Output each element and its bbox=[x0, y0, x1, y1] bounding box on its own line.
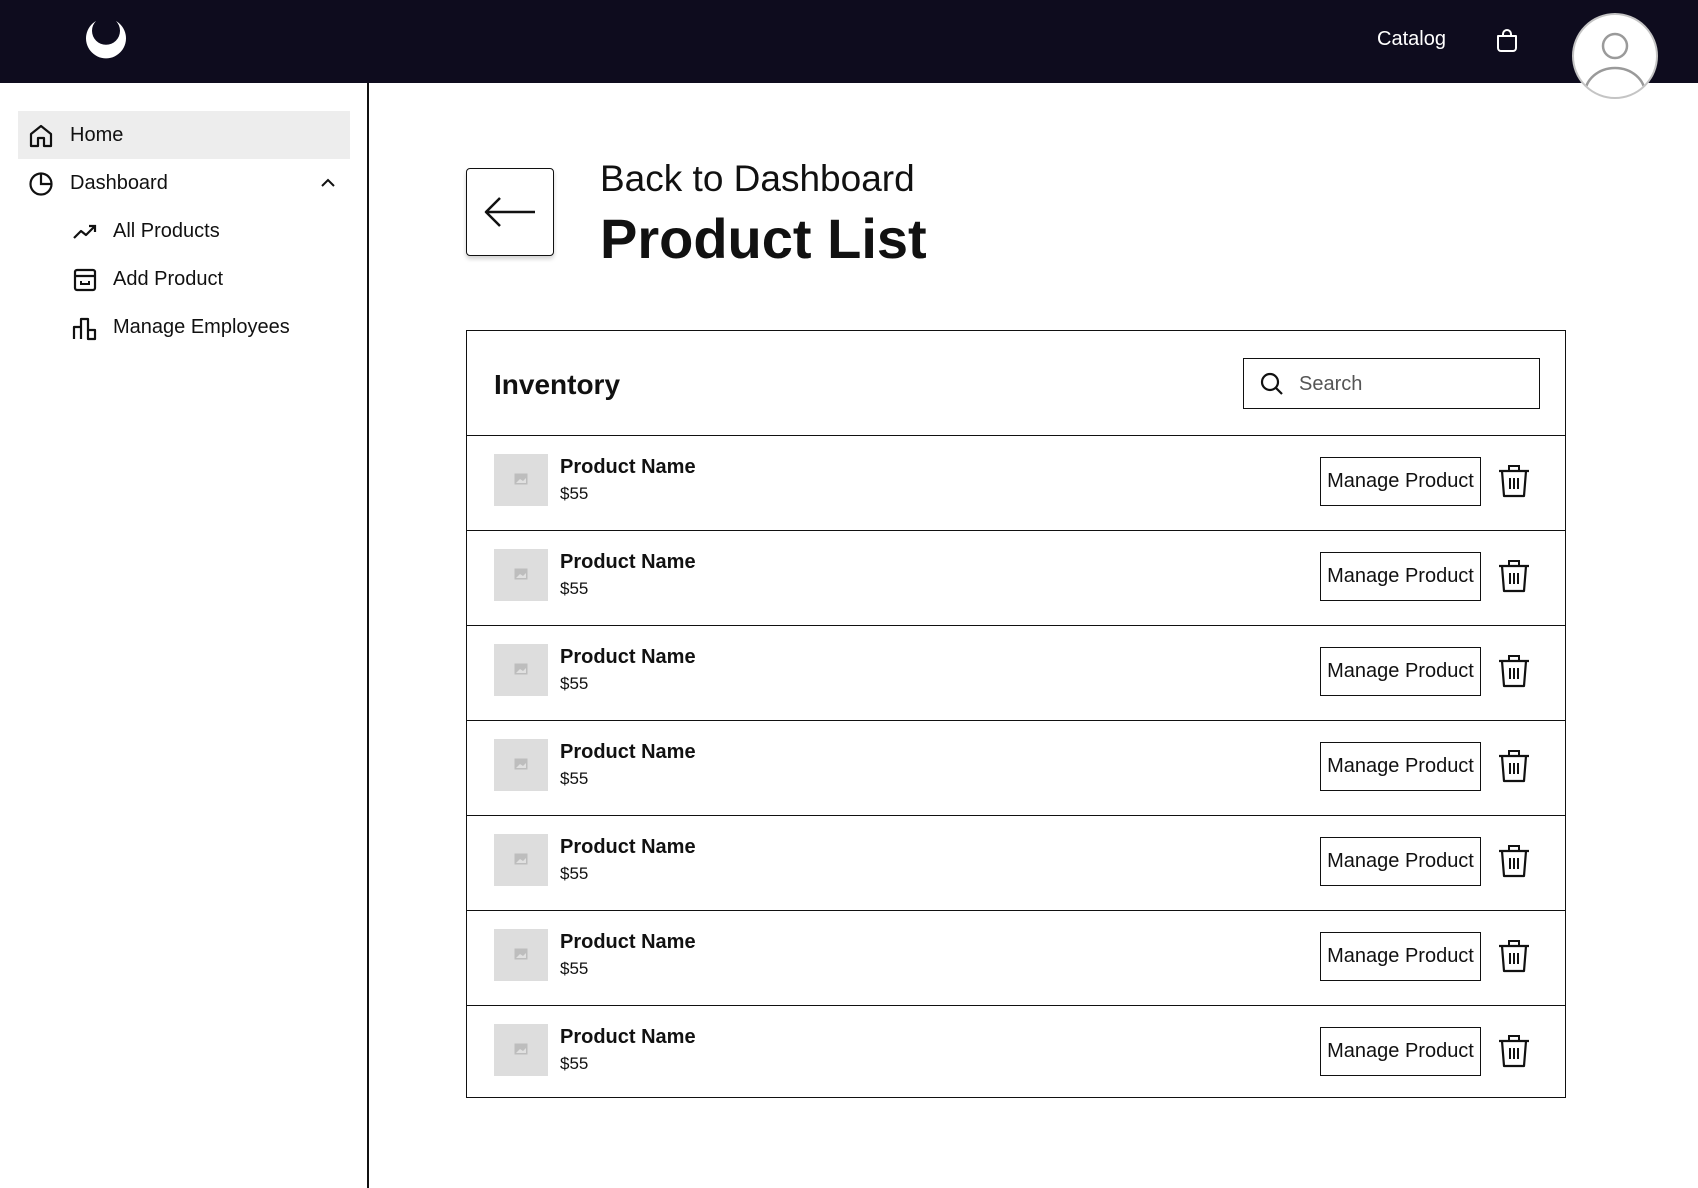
product-price: $55 bbox=[560, 864, 589, 883]
inventory-panel: Inventory Product Name$55Manage ProductP… bbox=[466, 330, 1566, 1098]
product-price: $55 bbox=[560, 674, 589, 693]
image-icon bbox=[514, 473, 528, 485]
search-icon bbox=[1260, 372, 1283, 395]
bar-chart-icon bbox=[72, 317, 97, 341]
search-box[interactable] bbox=[1243, 358, 1540, 409]
product-image-placeholder bbox=[494, 929, 548, 981]
table-row: Product Name $55 Manage Product bbox=[467, 531, 1565, 626]
manage-product-button[interactable]: Manage Product bbox=[1320, 647, 1481, 696]
sidebar-subitem-label: Add Product bbox=[113, 268, 224, 290]
back-button[interactable] bbox=[466, 168, 554, 256]
inventory-header: Inventory bbox=[467, 331, 1565, 436]
product-price: $55 bbox=[560, 1054, 589, 1073]
product-image-placeholder bbox=[494, 454, 548, 506]
product-price: $55 bbox=[560, 769, 589, 788]
product-image-placeholder bbox=[494, 834, 548, 886]
sidebar-subitem-all-products[interactable]: All Products bbox=[70, 211, 350, 251]
table-row: Product Name $55 Manage Product bbox=[467, 816, 1565, 911]
product-image-placeholder bbox=[494, 739, 548, 791]
trash-icon[interactable] bbox=[1497, 938, 1531, 974]
manage-product-button[interactable]: Manage Product bbox=[1320, 457, 1481, 506]
page-title: Product List bbox=[600, 207, 927, 270]
sidebar-item-label: Home bbox=[70, 123, 124, 146]
trending-up-icon bbox=[73, 224, 97, 239]
product-price: $55 bbox=[560, 484, 589, 503]
trash-icon[interactable] bbox=[1497, 748, 1531, 784]
product-price: $55 bbox=[560, 579, 589, 598]
back-to-dashboard-label[interactable]: Back to Dashboard bbox=[600, 158, 915, 200]
pie-chart-icon bbox=[29, 172, 53, 196]
product-name[interactable]: Product Name bbox=[560, 741, 696, 764]
inventory-title: Inventory bbox=[494, 369, 621, 400]
trash-icon[interactable] bbox=[1497, 843, 1531, 879]
sidebar-item-label: Dashboard bbox=[70, 171, 168, 194]
shopping-bag-icon[interactable] bbox=[1494, 27, 1520, 53]
image-icon bbox=[514, 663, 528, 675]
product-image-placeholder bbox=[494, 1024, 548, 1076]
image-icon bbox=[514, 1043, 528, 1055]
sidebar-subitem-add-product[interactable]: Add Product bbox=[70, 259, 350, 299]
catalog-link[interactable]: Catalog bbox=[1377, 28, 1446, 51]
sidebar-subitem-manage-employees[interactable]: Manage Employees bbox=[70, 307, 350, 347]
product-name[interactable]: Product Name bbox=[560, 646, 696, 669]
table-row: Product Name $55 Manage Product bbox=[467, 911, 1565, 1006]
product-price: $55 bbox=[560, 959, 589, 978]
trash-icon[interactable] bbox=[1497, 558, 1531, 594]
trash-icon[interactable] bbox=[1497, 463, 1531, 499]
image-icon bbox=[514, 853, 528, 865]
table-row: Product Name $55 Manage Product bbox=[467, 626, 1565, 721]
manage-product-button[interactable]: Manage Product bbox=[1320, 932, 1481, 981]
product-name[interactable]: Product Name bbox=[560, 931, 696, 954]
arrow-left-icon bbox=[484, 197, 535, 227]
archive-box-icon bbox=[73, 268, 97, 292]
product-name[interactable]: Product Name bbox=[560, 456, 696, 479]
manage-product-button[interactable]: Manage Product bbox=[1320, 837, 1481, 886]
top-navigation-bar: Catalog bbox=[0, 0, 1698, 99]
search-input[interactable] bbox=[1299, 370, 1529, 398]
product-image-placeholder bbox=[494, 549, 548, 601]
home-icon bbox=[29, 124, 53, 148]
manage-product-button[interactable]: Manage Product bbox=[1320, 742, 1481, 791]
table-row: Product Name $55 Manage Product bbox=[467, 721, 1565, 816]
trash-icon[interactable] bbox=[1497, 653, 1531, 689]
sidebar-subitem-label: Manage Employees bbox=[113, 316, 290, 338]
product-name[interactable]: Product Name bbox=[560, 836, 696, 859]
table-row: Product Name $55 Manage Product bbox=[467, 436, 1565, 531]
product-name[interactable]: Product Name bbox=[560, 551, 696, 574]
chevron-up-icon[interactable] bbox=[320, 175, 336, 191]
manage-product-button[interactable]: Manage Product bbox=[1320, 552, 1481, 601]
crescent-logo-icon[interactable] bbox=[83, 17, 129, 63]
sidebar-item-dashboard[interactable]: Dashboard bbox=[18, 159, 350, 207]
image-icon bbox=[514, 568, 528, 580]
sidebar-subitem-label: All Products bbox=[113, 220, 220, 242]
image-icon bbox=[514, 758, 528, 770]
product-image-placeholder bbox=[494, 644, 548, 696]
table-row: Product Name $55 Manage Product bbox=[467, 1006, 1565, 1101]
product-name[interactable]: Product Name bbox=[560, 1026, 696, 1049]
manage-product-button[interactable]: Manage Product bbox=[1320, 1027, 1481, 1076]
user-avatar-icon[interactable] bbox=[1571, 12, 1659, 100]
trash-icon[interactable] bbox=[1497, 1033, 1531, 1069]
image-icon bbox=[514, 948, 528, 960]
sidebar: Home Dashboard All Products Add Product … bbox=[0, 83, 369, 1188]
sidebar-item-home[interactable]: Home bbox=[18, 111, 350, 159]
